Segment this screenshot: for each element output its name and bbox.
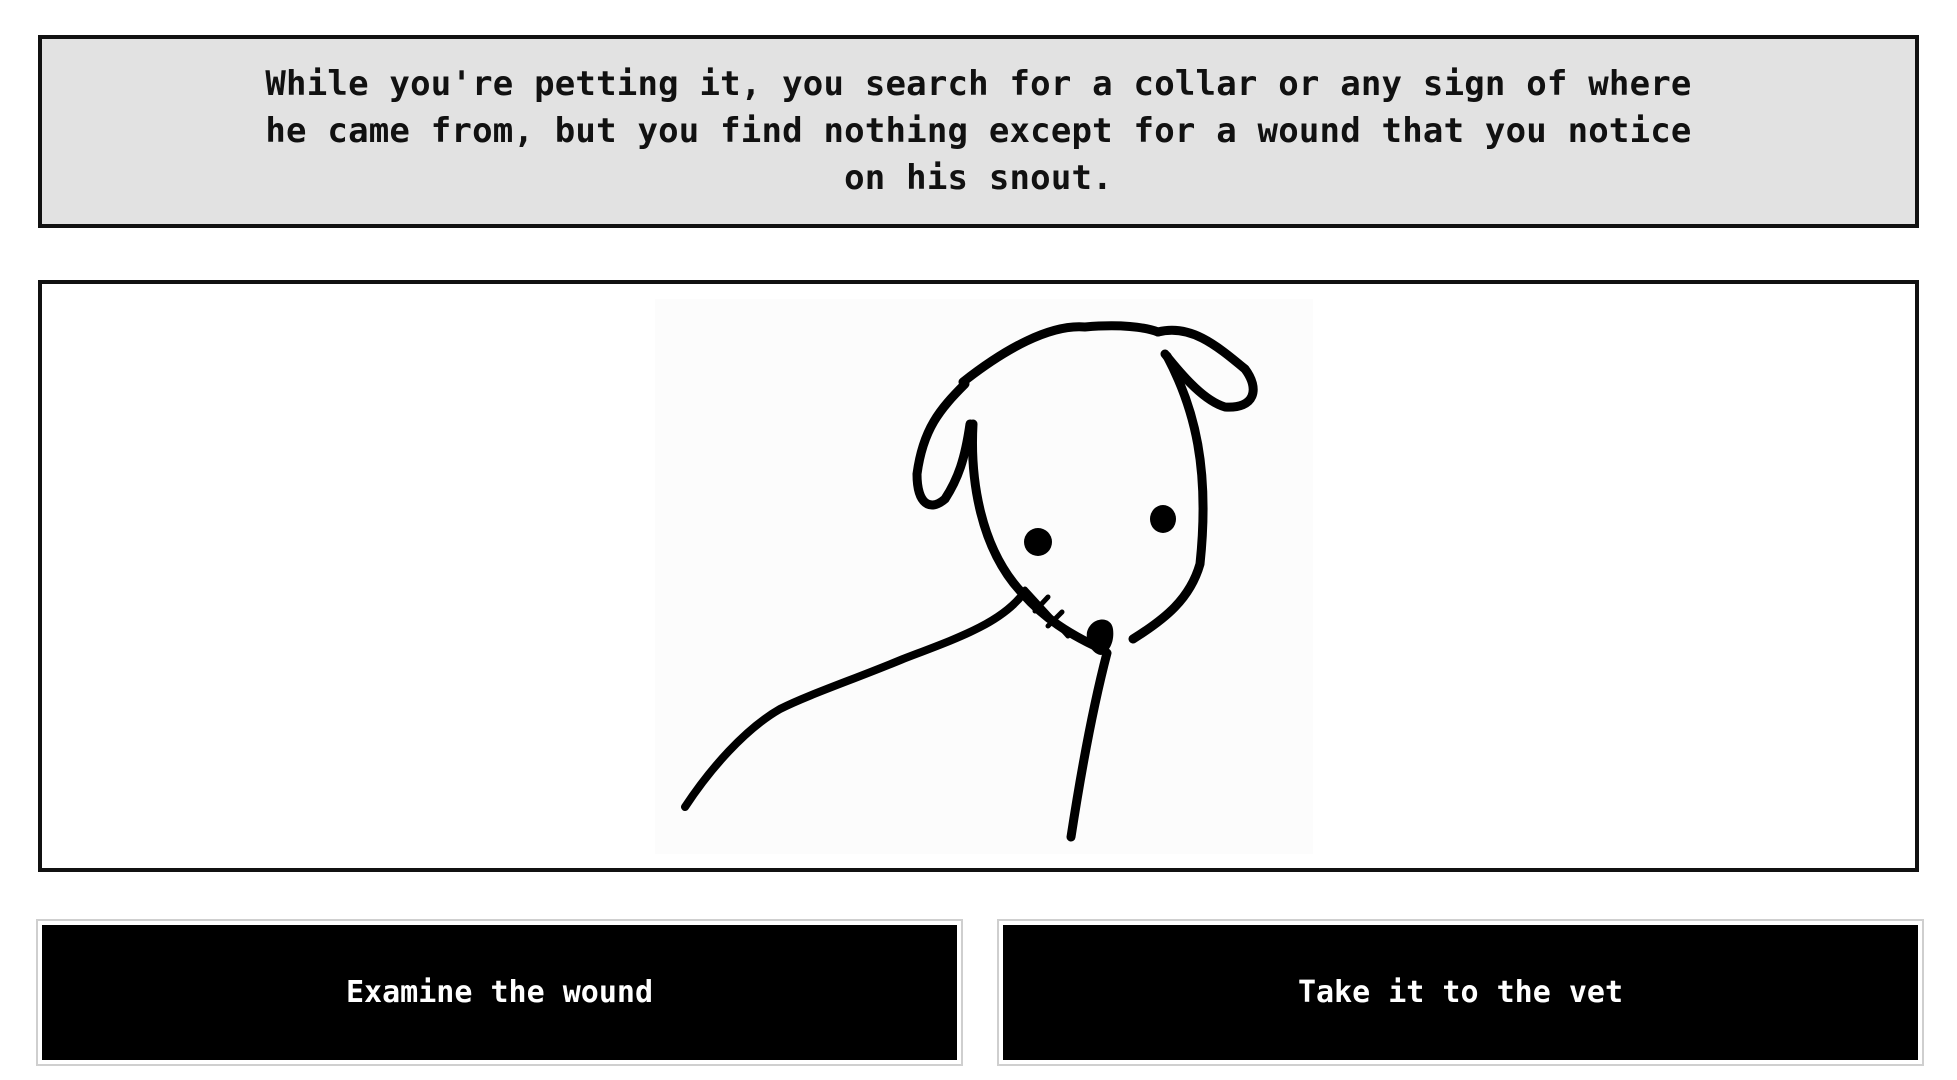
narration-text: While you're petting it, you search for … (265, 64, 1692, 198)
dog-chest (1066, 648, 1112, 842)
dog-left-eye (1024, 528, 1052, 556)
dog-head-outline (958, 321, 1163, 387)
scene-panel (38, 280, 1919, 872)
examine-wound-button[interactable]: Examine the wound (36, 919, 963, 1066)
dog-right-cheek (1128, 351, 1208, 644)
dog-left-ear (912, 379, 975, 510)
narration-panel: While you're petting it, you search for … (38, 35, 1919, 228)
dog-illustration (655, 299, 1313, 854)
take-to-vet-button[interactable]: Take it to the vet (997, 919, 1924, 1066)
dog-back (681, 590, 1027, 811)
dog-right-eye (1150, 505, 1176, 533)
